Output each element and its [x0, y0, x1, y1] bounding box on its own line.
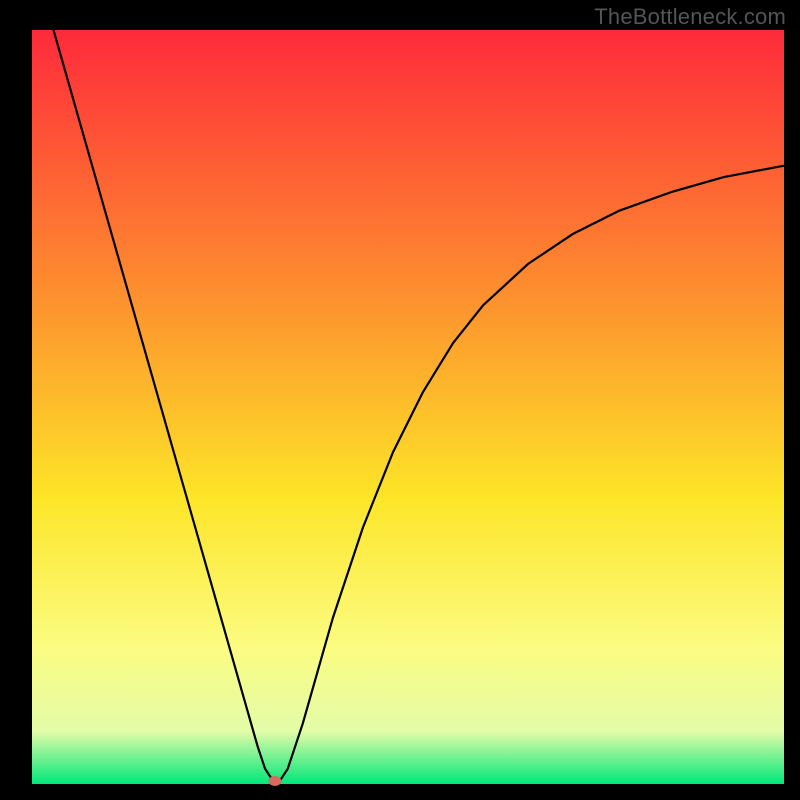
chart-frame: { "watermark": "TheBottleneck.com", "col… [0, 0, 800, 800]
chart-svg [0, 0, 800, 800]
optimal-point-marker [268, 776, 281, 786]
watermark-text: TheBottleneck.com [594, 4, 786, 30]
plot-background [32, 30, 784, 784]
